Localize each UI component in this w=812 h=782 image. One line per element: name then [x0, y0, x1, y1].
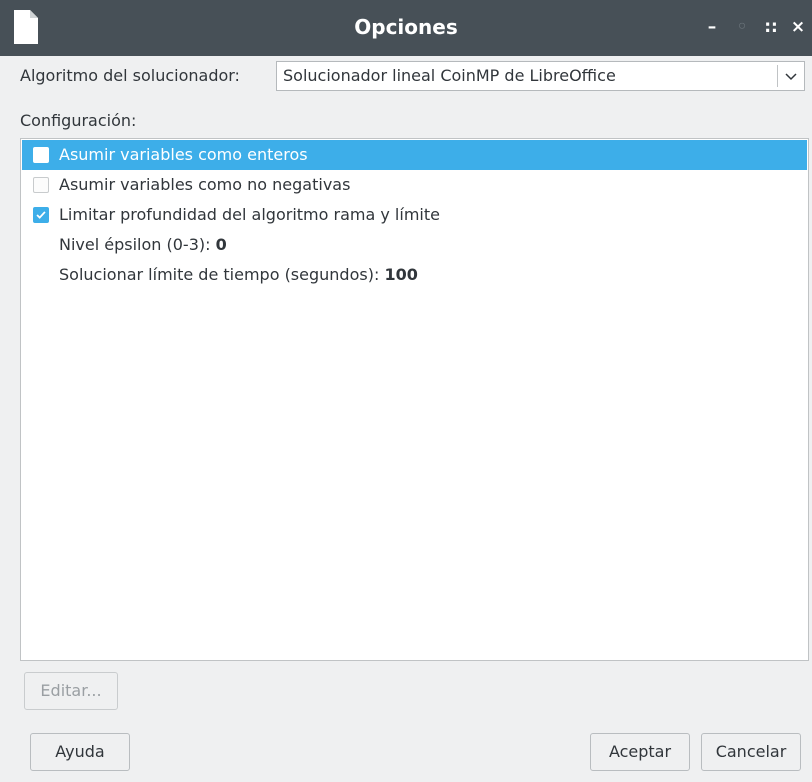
restore-button[interactable]: ◦: [731, 16, 753, 38]
setting-label: Nivel épsilon (0-3): 0: [59, 235, 227, 254]
settings-list[interactable]: Asumir variables como enteros Asumir var…: [20, 138, 809, 661]
close-button[interactable]: ×: [787, 16, 809, 38]
options-dialog: Opciones – ◦ :: × Algoritmo del solucion…: [0, 0, 812, 782]
cancel-button[interactable]: Cancelar: [701, 733, 801, 771]
setting-epsilon-level[interactable]: Nivel épsilon (0-3): 0: [22, 230, 807, 260]
epsilon-label: Nivel épsilon (0-3):: [59, 235, 211, 254]
setting-label: Asumir variables como no negativas: [59, 175, 351, 194]
solver-algorithm-value: Solucionador lineal CoinMP de LibreOffic…: [283, 66, 616, 85]
setting-label: Solucionar límite de tiempo (segundos): …: [59, 265, 418, 284]
settings-label: Configuración:: [20, 111, 137, 130]
chevron-down-icon[interactable]: [778, 62, 804, 90]
window-title: Opciones: [354, 15, 458, 39]
checkbox-integer-variables[interactable]: [33, 147, 49, 163]
setting-non-negative-variables[interactable]: Asumir variables como no negativas: [22, 170, 807, 200]
minimize-button[interactable]: –: [701, 16, 723, 38]
solver-algorithm-select[interactable]: Solucionador lineal CoinMP de LibreOffic…: [276, 61, 805, 91]
setting-integer-variables[interactable]: Asumir variables como enteros: [22, 140, 807, 170]
checkbox-branch-bound-depth[interactable]: [33, 207, 49, 223]
setting-label: Asumir variables como enteros: [59, 145, 308, 164]
edit-button[interactable]: Editar...: [24, 672, 118, 710]
ok-button[interactable]: Aceptar: [590, 733, 690, 771]
epsilon-value: 0: [215, 235, 227, 254]
checkbox-non-negative-variables[interactable]: [33, 177, 49, 193]
maximize-button[interactable]: ::: [760, 16, 782, 38]
setting-branch-bound-depth[interactable]: Limitar profundidad del algoritmo rama y…: [22, 200, 807, 230]
time-limit-label: Solucionar límite de tiempo (segundos):: [59, 265, 380, 284]
solver-algorithm-label: Algoritmo del solucionador:: [20, 66, 240, 85]
title-bar[interactable]: Opciones – ◦ :: ×: [0, 0, 812, 56]
time-limit-value: 100: [384, 265, 418, 284]
setting-time-limit[interactable]: Solucionar límite de tiempo (segundos): …: [22, 260, 807, 290]
help-button[interactable]: Ayuda: [30, 733, 130, 771]
setting-label: Limitar profundidad del algoritmo rama y…: [59, 205, 440, 224]
